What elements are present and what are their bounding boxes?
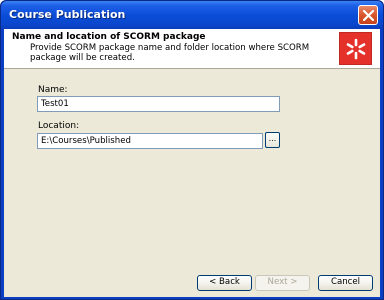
next-button[interactable]: Next > [255,275,310,291]
page-description: Provide SCORM package name and folder lo… [30,43,310,63]
dialog-body: Name and location of SCORM package Provi… [4,29,380,297]
window-title: Course Publication [9,8,126,21]
close-icon [363,10,374,21]
wizard-header: Name and location of SCORM package Provi… [4,29,380,69]
browse-button[interactable]: ... [265,132,280,148]
back-button[interactable]: < Back [197,275,252,291]
page-title: Name and location of SCORM package [12,32,206,42]
cancel-button[interactable]: Cancel [318,275,373,291]
location-field[interactable]: E:\Courses\Published [37,133,263,149]
asterisk-logo-icon [339,32,372,65]
wizard-window: Course Publication Name and location of … [0,0,384,300]
name-label: Name: [38,85,68,95]
location-label: Location: [38,121,80,131]
name-field[interactable]: Test01 [37,96,280,112]
title-bar[interactable]: Course Publication [1,1,383,29]
close-button[interactable] [358,5,378,25]
